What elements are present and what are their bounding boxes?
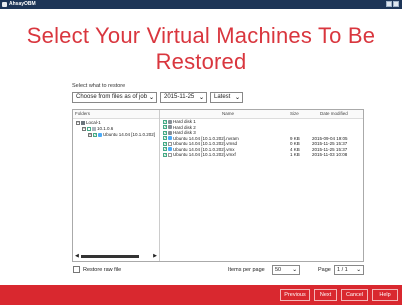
restore-mode-value: Choose from files as of job [76,94,148,100]
host-icon [92,126,96,131]
version-value: Latest [214,94,231,100]
page-label: Page [318,267,331,273]
checkbox-checked-icon[interactable]: ✓ [163,119,167,124]
file-name: Ubuntu 14.04 [10.1.0.202].nvram [173,135,239,141]
items-per-page-label: Items per page [228,267,265,273]
tree-node-local[interactable]: − Local-1 [76,120,101,125]
file-name: Ubuntu 14.04 [10.1.0.202].vmsd [173,141,238,146]
checkbox-checked-icon[interactable]: ✓ [163,152,167,157]
checkbox-checked-icon[interactable]: ✓ [163,147,167,152]
file-icon [168,152,172,157]
file-name: Ubuntu 14.04 [10.1.0.202].vmx [173,146,235,152]
minimize-icon[interactable] [386,1,392,7]
chevron-down-icon: ⌄ [234,95,240,101]
vm-file-icon [168,136,172,141]
disk-icon [168,119,172,124]
restore-raw-label: Restore raw file [83,267,122,273]
column-name[interactable]: Name [222,110,234,118]
scroll-right-icon[interactable]: ▶ [153,253,157,259]
restore-mode-dropdown[interactable]: Choose from files as of job ⌄ [72,92,157,103]
scroll-left-icon[interactable]: ◀ [75,253,79,259]
tree-node-vm[interactable]: + ✓ Ubuntu 14.04 [10.1.0.202] [88,132,155,137]
column-size[interactable]: Size [290,110,299,118]
page-title: Select Your Virtual Machines To Be Resto… [26,23,376,74]
tree-node-label: Local-1 [86,120,101,125]
page-dropdown[interactable]: 1 / 1 ⌄ [334,265,364,275]
folder-tree: Folders − Local-1 −10.1.0.6 + ✓ Ubuntu 14.0… [73,110,160,261]
items-per-page-value: 50 [275,267,282,273]
restore-raw-checkbox[interactable] [73,266,80,274]
app-title: AhsayOBM [9,1,36,7]
checkbox-checked-icon[interactable]: ✓ [163,125,167,130]
chevron-down-icon: ⌄ [148,95,154,101]
checkbox-checked-icon[interactable]: ✓ [163,130,167,135]
checkbox-checked-icon[interactable]: ✓ [93,132,97,137]
tree-node-label: 10.1.0.6 [97,126,114,131]
footer-bar: Previous Next Cancel Help [0,285,402,305]
file-row[interactable]: ✓ Ubuntu 14.04 [10.1.0.202].vmxf 1 KB 201… [160,152,363,158]
file-name: Hard disk 1 [173,119,196,124]
window-controls [386,1,399,8]
backup-date-value: 2015-11-25 [164,94,195,100]
file-list-header: Name Size Date modified [160,110,363,119]
disk-icon [168,125,172,130]
previous-button[interactable]: Previous [280,289,310,301]
chevron-down-icon: ⌄ [356,267,361,273]
tree-horizontal-scrollbar[interactable]: ◀ ▶ [75,253,157,259]
disk-icon [168,130,172,135]
maximize-icon[interactable] [393,1,399,7]
backup-destination-icon [81,120,85,125]
column-date-modified[interactable]: Date modified [320,110,348,118]
backup-date-dropdown[interactable]: 2015-11-25 ⌄ [160,92,207,103]
restore-browser-panel: Folders − Local-1 −10.1.0.6 + ✓ Ubuntu 14.0… [72,109,364,262]
items-per-page-dropdown[interactable]: 50 ⌄ [272,265,300,275]
file-size: 1 KB [290,152,300,157]
chevron-down-icon: ⌄ [292,267,297,273]
select-what-label: Select what to restore [72,83,126,89]
checkbox-checked-icon[interactable]: ✓ [163,136,167,141]
tree-node-host[interactable]: − 10.1.0.6 [82,126,113,131]
tree-node-label: Ubuntu 14.04 [10.1.0.202] [103,132,156,137]
collapse-icon[interactable]: − [82,126,86,131]
expand-icon[interactable]: + [88,132,92,137]
file-icon [168,141,172,146]
file-list: Name Size Date modified ✓ Hard disk 1 ✓ Ha… [160,110,363,261]
checkbox-checked-icon[interactable]: ✓ [163,141,167,146]
help-button[interactable]: Help [372,289,398,301]
vm-file-icon [168,147,172,152]
file-name: Hard disk 2 [173,124,196,130]
collapse-icon[interactable]: − [76,120,80,125]
next-button[interactable]: Next [314,289,337,301]
partial-checkbox-icon[interactable] [87,126,91,131]
folders-header: Folders [73,110,159,119]
restore-raw-file-option[interactable]: Restore raw file [73,266,121,274]
scrollbar-thumb[interactable] [81,255,139,258]
file-name: Hard disk 3 [173,130,196,135]
chevron-down-icon: ⌄ [198,95,204,101]
cancel-button[interactable]: Cancel [341,289,368,301]
window-titlebar: AhsayOBM [0,0,402,9]
file-name: Ubuntu 14.04 [10.1.0.202].vmxf [173,152,236,157]
version-dropdown[interactable]: Latest ⌄ [210,92,243,103]
file-date: 2015-11-03 10:08 [312,152,348,157]
virtual-machine-icon [98,132,102,137]
app-logo-icon [2,2,7,7]
page-value: 1 / 1 [337,267,348,273]
